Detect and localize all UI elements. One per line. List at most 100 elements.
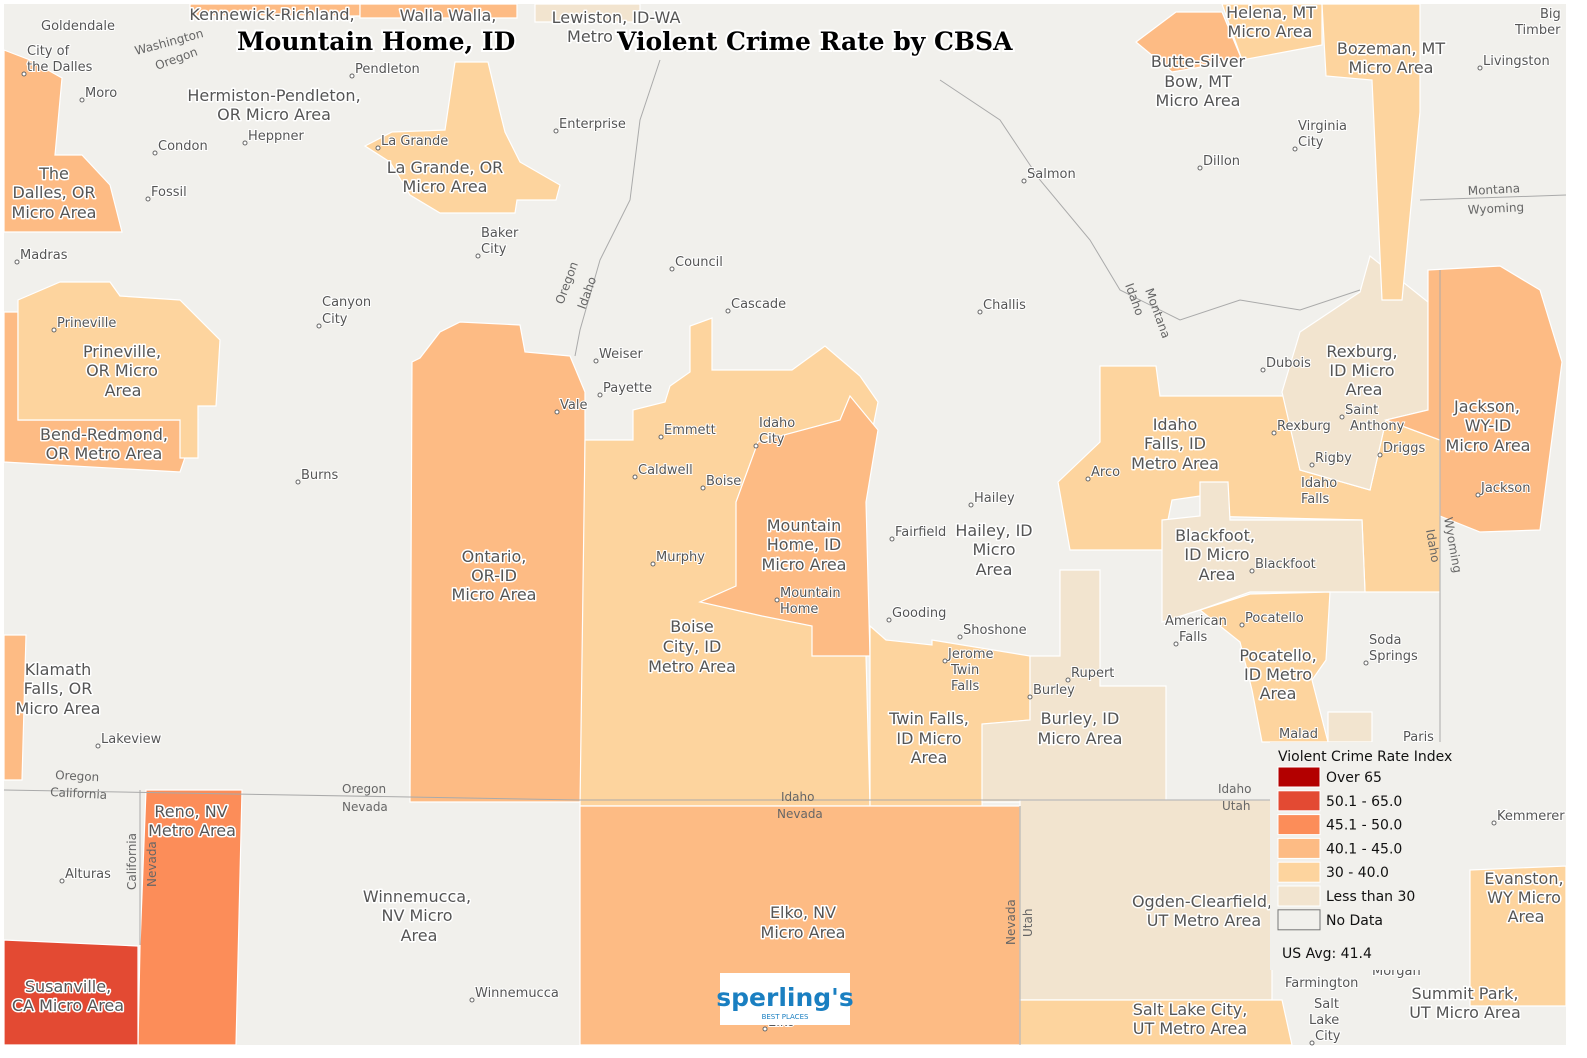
region-label: OR-ID [471, 566, 517, 585]
town-dot [1271, 430, 1277, 436]
region-label: Butte-Silver [1151, 52, 1246, 71]
region-label: Area [976, 560, 1013, 579]
town-dot [942, 658, 948, 664]
state-label: Nevada [777, 807, 823, 821]
town-label: Malad [1279, 727, 1318, 742]
town-label: Gooding [892, 606, 946, 621]
town-label: Mountain [780, 586, 841, 601]
town-dot [889, 536, 895, 542]
town-dot [316, 323, 322, 329]
town-dot [1339, 414, 1345, 420]
region-label: Burley, ID [1041, 709, 1120, 728]
town-dot [51, 327, 57, 333]
town-label: Farmington [1285, 976, 1358, 991]
town-label: Murphy [656, 550, 705, 565]
region-label: Winnemucca, [363, 887, 471, 906]
town-dot [1239, 622, 1245, 628]
town-label: Falls [1179, 630, 1207, 645]
region-paris-area[interactable] [1327, 711, 1373, 743]
town-label: City [1315, 1029, 1341, 1044]
region-label: OR Metro Area [46, 444, 163, 463]
town-label: Alturas [65, 867, 111, 882]
town-label: Dubois [1266, 356, 1311, 371]
region-label: Summit Park, [1412, 984, 1519, 1003]
region-label: Micro Area [1446, 436, 1531, 455]
region-label: Hailey, ID [955, 521, 1032, 540]
town-dot [597, 392, 603, 398]
region-label: Home, ID [767, 535, 841, 554]
town-label: Pendleton [355, 62, 420, 77]
town-dot [1477, 65, 1483, 71]
town-label: Cascade [731, 297, 786, 312]
region-label: Area [1260, 684, 1297, 703]
town-label: Enterprise [559, 117, 626, 132]
town-label: La Grande [381, 134, 448, 149]
region-label: Boise [670, 617, 713, 636]
region-label: Pocatello, [1239, 646, 1316, 665]
state-label: Nevada [145, 841, 159, 887]
town-dot [375, 145, 381, 151]
region-label: La Grande, OR [387, 158, 504, 177]
town-label: Falls [951, 679, 979, 694]
town-label: Home [780, 602, 818, 617]
town-label: American [1165, 614, 1227, 629]
region-label: Area [105, 381, 142, 400]
town-dot [977, 309, 983, 315]
town-label: Idaho [759, 416, 795, 431]
region-label: Metro [567, 27, 613, 46]
town-dot [1475, 492, 1481, 498]
town-label: Salt [1314, 997, 1339, 1012]
legend-label: 40.1 - 45.0 [1326, 841, 1402, 857]
town-label: Anthony [1350, 419, 1405, 434]
town-label: Springs [1369, 649, 1418, 664]
town-label: Big [1540, 7, 1561, 22]
town-dot [700, 485, 706, 491]
region-label: WY Micro [1487, 888, 1561, 907]
town-dot [957, 634, 963, 640]
town-label: Canyon [322, 295, 371, 310]
region-label: The [38, 164, 69, 183]
region-label: Klamath [25, 660, 92, 679]
town-dot [242, 140, 248, 146]
region-label: CA Micro Area [12, 996, 124, 1015]
town-label: Baker [481, 226, 519, 241]
town-dot [1491, 820, 1497, 826]
town-label: Arco [1091, 465, 1120, 480]
town-label: Lake [1309, 1013, 1339, 1028]
legend-label: Less than 30 [1326, 889, 1415, 905]
legend-swatch [1277, 885, 1321, 907]
town-label: Idaho [1301, 476, 1337, 491]
state-label: Oregon [55, 768, 100, 784]
legend-label: 50.1 - 65.0 [1326, 794, 1402, 810]
legend-swatch [1277, 766, 1321, 788]
region-label: Area [401, 926, 438, 945]
town-dot [1377, 452, 1383, 458]
town-label: Timber [1514, 23, 1561, 38]
town-dot [475, 253, 481, 259]
town-label: the Dalles [27, 60, 93, 75]
region-label: Elko, NV [770, 903, 836, 922]
region-label: Micro Area [1156, 91, 1241, 110]
state-label: California [125, 833, 139, 890]
legend-swatch [1277, 861, 1321, 883]
region-label: Micro Area [1228, 22, 1313, 41]
region-label: ID Micro [896, 729, 961, 748]
town-label: Emmett [664, 423, 716, 438]
town-dot [553, 128, 559, 134]
town-dot [632, 474, 638, 480]
region-label: Mountain [767, 516, 842, 535]
town-label: Winnemucca [475, 986, 559, 1001]
region-label: ID Metro [1244, 665, 1312, 684]
sperlings-logo[interactable]: sperling's BEST PLACES [716, 973, 854, 1025]
town-dot [349, 73, 355, 79]
legend-swatch [1277, 790, 1321, 812]
town-dot [886, 617, 892, 623]
region-label: Rexburg, [1326, 342, 1397, 361]
town-label: City [322, 312, 348, 327]
region-label: City, ID [663, 637, 722, 656]
town-dot [1309, 462, 1315, 468]
legend-label: 30 - 40.0 [1326, 865, 1389, 881]
town-label: Weiser [599, 347, 643, 362]
town-label: Rigby [1315, 451, 1352, 466]
town-dot [669, 266, 675, 272]
